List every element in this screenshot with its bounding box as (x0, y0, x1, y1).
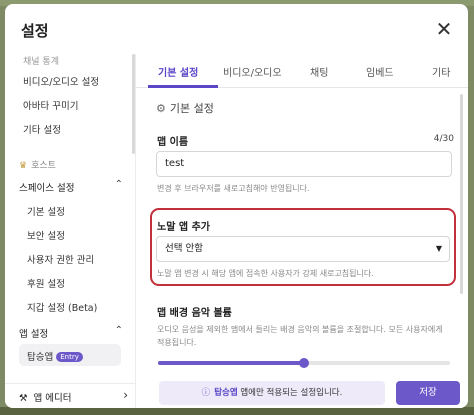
app-editor-link[interactable]: ⚒ 앱 에디터 › (5, 383, 135, 408)
settings-sidebar: 채널 통계 비디오/오디오 설정 아바타 꾸미기 기타 설정 ♛ 호스트 스페이스… (5, 54, 136, 408)
noma-app-label: 노말 앱 추가 (157, 222, 210, 233)
modal-header: 설정 ✕ (5, 4, 468, 54)
chevron-right-icon: › (123, 388, 128, 402)
modal-title: 설정 (21, 22, 49, 40)
noma-app-help: 노말 앱 변경 시 해당 앱에 접속한 사용자가 강제 새로고침됩니다. (157, 269, 374, 278)
caret-down-icon: ▼ (435, 244, 442, 253)
bgm-volume-label: 맵 배경 음악 볼륨 (157, 308, 232, 319)
tab-basic[interactable]: 기본 설정 (158, 64, 198, 79)
settings-modal: 설정 ✕ 채널 통계 비디오/오디오 설정 아바타 꾸미기 기타 설정 ♛ 호스트… (5, 4, 468, 408)
settings-content: ⚙ 기본 설정 맵 이름 4/30 test 변경 후 브라우저를 새로고침해야 … (136, 89, 468, 379)
info-icon: ⓘ (201, 388, 211, 398)
sidebar-scrollbar[interactable] (132, 54, 135, 154)
sidebar-item-etc[interactable]: 기타 설정 (23, 122, 61, 136)
tab-video-audio[interactable]: 비디오/오디오 (223, 64, 282, 79)
section-title: ⚙ 기본 설정 (156, 102, 214, 115)
tab-embed[interactable]: 임베드 (366, 64, 394, 79)
sidebar-section-host: ♛ 호스트 (19, 161, 56, 171)
sidebar-item-video-audio[interactable]: 비디오/오디오 설정 (23, 74, 99, 88)
bottom-bar: ⓘ 탑승앱 앱에만 적용되는 설정입니다. 저장 (136, 379, 468, 408)
app-name-help: 변경 후 브라우저를 새로고침해야 반영됩니다. (157, 184, 310, 193)
sidebar-group-space[interactable]: 스페이스 설정 ⌃ (19, 179, 123, 194)
entry-badge: Entry (56, 352, 83, 362)
background-bottom (0, 407, 474, 415)
sidebar-item-wallet[interactable]: 지갑 설정 (Beta) (27, 300, 97, 314)
active-tab-indicator (148, 85, 218, 88)
slider-fill (158, 361, 304, 365)
app-name-input[interactable]: test (156, 151, 452, 177)
sidebar-group-app[interactable]: 앱 설정 ⌃ (19, 325, 123, 340)
bgm-volume-help-line1: 오디오 음성을 제외한 맵에서 들리는 배경 음악의 볼륨을 조절합니다. 모든… (157, 325, 443, 334)
sidebar-item-basic[interactable]: 기본 설정 (27, 204, 65, 218)
tab-chat[interactable]: 채팅 (310, 64, 328, 79)
bgm-volume-slider[interactable] (158, 358, 450, 368)
sidebar-item-sponsor[interactable]: 후원 설정 (27, 276, 65, 290)
content-scrollbar[interactable] (460, 94, 463, 294)
sidebar-item-security[interactable]: 보안 설정 (27, 228, 65, 242)
noma-app-select[interactable]: 선택 안함 ▼ (156, 236, 450, 262)
save-button[interactable]: 저장 (396, 381, 460, 405)
app-name-counter: 4/30 (433, 134, 454, 144)
wrench-icon: ⚒ (19, 393, 28, 404)
chevron-up-icon[interactable]: ⌃ (115, 325, 123, 336)
sidebar-item-avatar[interactable]: 아바타 꾸미기 (23, 98, 78, 112)
chevron-up-icon[interactable]: ⌃ (115, 179, 123, 190)
gear-icon: ⚙ (156, 102, 166, 115)
slider-thumb[interactable] (299, 358, 309, 368)
sidebar-item-channel-stats[interactable]: 채널 통계 (23, 54, 59, 67)
app-name-label: 맵 이름 (157, 137, 189, 148)
sidebar-item-boarding-app[interactable]: 탑승앱 Entry (19, 344, 121, 366)
crown-icon: ♛ (19, 161, 28, 171)
close-icon[interactable]: ✕ (434, 19, 454, 39)
sidebar-item-permissions[interactable]: 사용자 권한 관리 (27, 252, 94, 266)
scope-notice: ⓘ 탑승앱 앱에만 적용되는 설정입니다. (159, 381, 385, 405)
settings-tabs: 기본 설정 비디오/오디오 채팅 임베드 기타 (136, 54, 468, 88)
bgm-volume-help-line2: 적용됩니다. (157, 338, 197, 347)
tab-etc[interactable]: 기타 (432, 64, 450, 79)
